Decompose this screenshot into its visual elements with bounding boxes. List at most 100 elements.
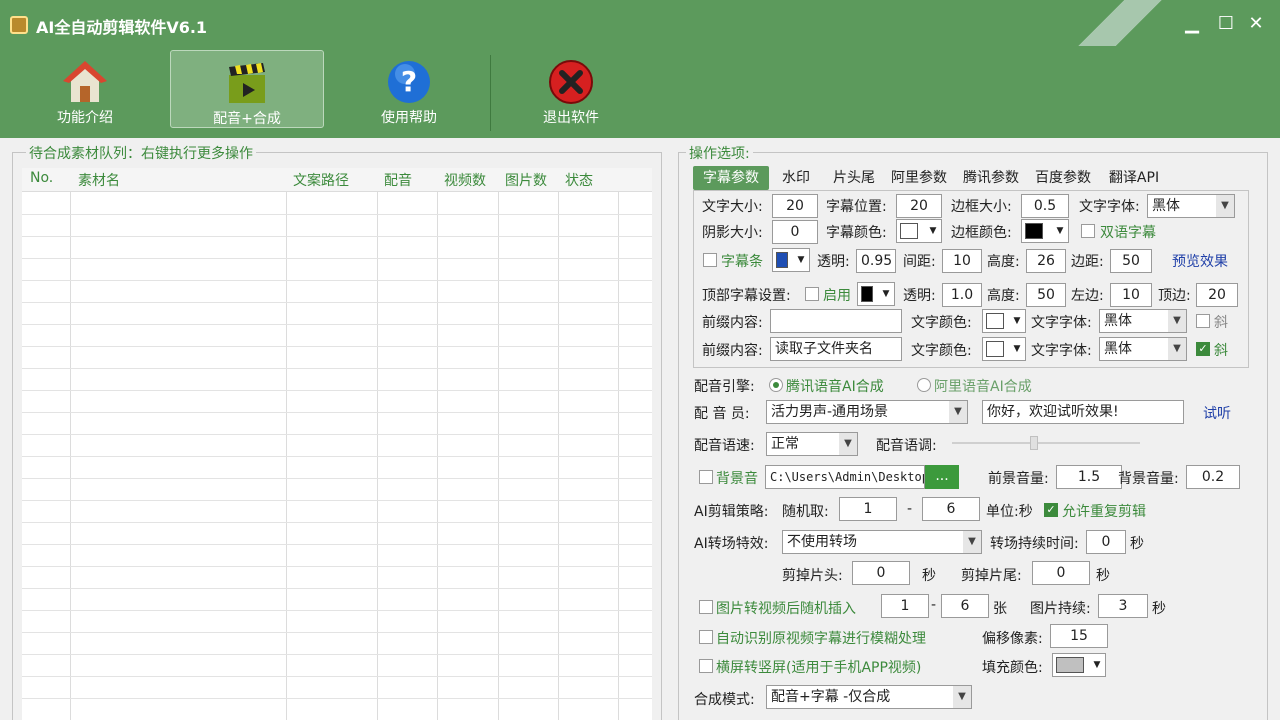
exit-button[interactable]: 退出软件 (508, 50, 634, 130)
border-size-input[interactable]: 0.5 (1021, 194, 1069, 218)
top-opacity-input[interactable]: 1.0 (942, 283, 982, 307)
image-duration-input[interactable]: 3 (1098, 594, 1148, 618)
preview-link[interactable]: 预览效果 (1172, 251, 1228, 271)
top-height-label: 高度: (987, 288, 1020, 304)
listen-link[interactable]: 试听 (1203, 403, 1231, 423)
top-top-input[interactable]: 20 (1196, 283, 1238, 307)
margin-input[interactable]: 50 (1110, 249, 1152, 273)
prefix2-font-select[interactable]: 黑体 ▼ (1099, 337, 1187, 361)
allow-repeat-checkbox[interactable]: ✓ (1044, 503, 1058, 517)
tab-translate-api[interactable]: 翻译API (1102, 166, 1166, 190)
top-left-input[interactable]: 10 (1110, 283, 1152, 307)
table-row-line (22, 214, 652, 215)
close-button[interactable]: ✕ (1244, 12, 1268, 36)
col-no[interactable]: No. (30, 170, 53, 186)
dual-subtitle-checkbox[interactable] (1081, 224, 1095, 238)
bg-volume-input[interactable]: 0.2 (1186, 465, 1240, 489)
speed-select[interactable]: 正常 ▼ (766, 432, 858, 456)
bgm-browse-button[interactable]: ... (925, 465, 959, 489)
help-button[interactable]: ? 使用帮助 (346, 50, 472, 130)
prefix2-input[interactable]: 读取子文件夹名 (770, 337, 902, 361)
subtitle-bar-checkbox[interactable] (703, 253, 717, 267)
tab-baidu[interactable]: 百度参数 (1029, 166, 1097, 190)
prefix2-color-label: 文字颜色: (911, 343, 972, 359)
intro-button[interactable]: 功能介绍 (22, 50, 148, 130)
offset-input[interactable]: 15 (1050, 624, 1108, 648)
border-color-picker[interactable]: ▼ (1021, 219, 1069, 243)
image-insert-checkbox[interactable] (699, 600, 713, 614)
prefix1-color-picker[interactable]: ▼ (982, 309, 1026, 333)
fill-color-picker[interactable]: ▼ (1052, 653, 1106, 677)
cut-tail-input[interactable]: 0 (1032, 561, 1090, 585)
top-enable-label: 启用 (823, 288, 851, 304)
chevron-down-icon: ▼ (929, 226, 937, 236)
subtitle-bar-color-picker[interactable]: ▼ (772, 248, 810, 272)
position-label: 字幕位置: (826, 199, 887, 215)
bgm-path-input[interactable]: C:\Users\Admin\Desktop (765, 465, 925, 489)
test-text-input[interactable]: 你好，欢迎试听效果! (982, 400, 1184, 424)
tab-tencent[interactable]: 腾讯参数 (957, 166, 1025, 190)
engine-ali-label: 阿里语音AI合成 (934, 379, 1032, 395)
fg-volume-input[interactable]: 1.5 (1056, 465, 1122, 489)
spacing-input[interactable]: 10 (942, 249, 982, 273)
table-row-line (22, 258, 652, 259)
height-input[interactable]: 26 (1026, 249, 1066, 273)
cut-head-input[interactable]: 0 (852, 561, 910, 585)
prefix1-label: 前缀内容: (702, 315, 763, 331)
transition-duration-input[interactable]: 0 (1086, 530, 1126, 554)
toolbar-separator (490, 55, 491, 131)
position-input[interactable]: 20 (896, 194, 942, 218)
prefix2-italic-checkbox[interactable]: ✓ (1196, 342, 1210, 356)
spacing-label: 间距: (903, 254, 936, 270)
transition-select[interactable]: 不使用转场 ▼ (782, 530, 982, 554)
table-row-line (22, 632, 652, 633)
col-voice[interactable]: 配音 (384, 170, 412, 190)
table-row-line (22, 698, 652, 699)
col-script-path[interactable]: 文案路径 (293, 170, 349, 190)
table-row-line (22, 654, 652, 655)
font-size-input[interactable]: 20 (772, 194, 818, 218)
table-row-line (22, 280, 652, 281)
col-name[interactable]: 素材名 (78, 170, 120, 190)
shadow-input[interactable]: 0 (772, 220, 818, 244)
compose-button[interactable]: 配音+合成 (170, 50, 324, 128)
opacity-input[interactable]: 0.95 (856, 249, 896, 273)
tone-slider-thumb[interactable] (1030, 436, 1038, 450)
minimize-button[interactable]: ▁ (1180, 12, 1204, 36)
tab-watermark[interactable]: 水印 (774, 166, 818, 190)
prefix2-color-picker[interactable]: ▼ (982, 337, 1026, 361)
col-video-count[interactable]: 视频数 (444, 170, 486, 190)
top-color-picker[interactable]: ▼ (857, 282, 895, 306)
subtitle-color-picker[interactable]: ▼ (896, 219, 942, 243)
top-enable-checkbox[interactable] (805, 287, 819, 301)
col-status[interactable]: 状态 (565, 170, 593, 190)
bgm-checkbox[interactable] (699, 470, 713, 484)
table-row-line (22, 346, 652, 347)
chevron-down-icon: ▼ (1168, 310, 1186, 332)
tab-intro-outro[interactable]: 片头尾 (826, 166, 882, 190)
random-max-input[interactable]: 6 (922, 497, 980, 521)
tab-ali[interactable]: 阿里参数 (886, 166, 952, 190)
tone-slider-track[interactable] (952, 442, 1140, 444)
blur-checkbox[interactable] (699, 630, 713, 644)
voice-select[interactable]: 活力男声-通用场景 ▼ (766, 400, 968, 424)
image-max-input[interactable]: 6 (941, 594, 989, 618)
prefix1-italic-checkbox[interactable] (1196, 314, 1210, 328)
font-select[interactable]: 黑体 ▼ (1147, 194, 1235, 218)
mode-select[interactable]: 配音+字幕 -仅合成 ▼ (766, 685, 972, 709)
prefix1-font-select[interactable]: 黑体 ▼ (1099, 309, 1187, 333)
random-min-input[interactable]: 1 (839, 497, 897, 521)
image-min-input[interactable]: 1 (881, 594, 929, 618)
landscape-checkbox[interactable] (699, 659, 713, 673)
engine-ali-radio[interactable] (917, 378, 931, 392)
maximize-button[interactable]: ☐ (1214, 12, 1238, 36)
window-title: AI全自动剪辑软件V6.1 (36, 18, 208, 37)
tab-subtitle[interactable]: 字幕参数 (693, 166, 769, 190)
col-image-count[interactable]: 图片数 (505, 170, 547, 190)
prefix1-input[interactable] (770, 309, 902, 333)
exit-icon (549, 60, 593, 104)
table-row-line (22, 522, 652, 523)
top-height-input[interactable]: 50 (1026, 283, 1066, 307)
engine-tencent-radio[interactable] (769, 378, 783, 392)
opacity-label: 透明: (817, 254, 850, 270)
